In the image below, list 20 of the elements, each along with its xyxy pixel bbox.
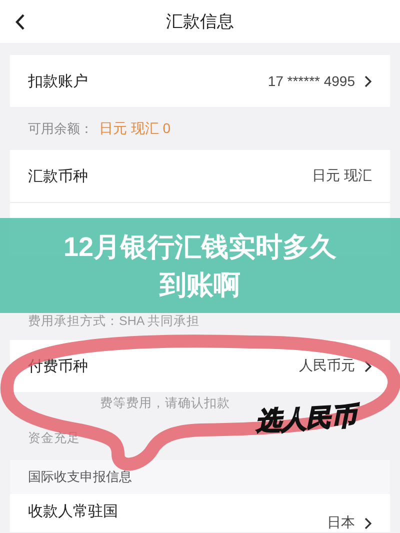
row-value: 日元 现汇 [312, 167, 372, 185]
back-icon[interactable] [14, 13, 26, 31]
section-title: 国际收支申报信息 [10, 460, 390, 494]
balance-label: 可用余额： [28, 120, 93, 138]
row-value: 17 ****** 4995 [268, 73, 355, 89]
fee-note: 费等费用，请确认扣款 [100, 395, 230, 412]
transfer-note: 费用承担方式：SHA 共同承担 [28, 312, 200, 330]
row-value: 日本 [327, 514, 355, 532]
row-label: 汇款币种 [28, 166, 88, 186]
account-card[interactable]: 扣款账户 17 ****** 4995 [10, 55, 390, 107]
banner-title: 12月银行汇钱实时多久 [63, 230, 337, 264]
balance-value: 日元 现汇 0 [99, 120, 171, 138]
row-label: 收款人常驻国 [28, 502, 118, 522]
page-title: 汇款信息 [166, 11, 234, 33]
payee-card[interactable]: 收款人常驻国 日本 [10, 494, 390, 532]
banner-title: 到账啊 [160, 268, 240, 302]
row-value: 人民币元 [299, 357, 355, 375]
row-label: 扣款账户 [28, 72, 88, 90]
annotation-text: 选人民币 [255, 399, 357, 438]
fee-note: 资金充足 [28, 430, 80, 447]
